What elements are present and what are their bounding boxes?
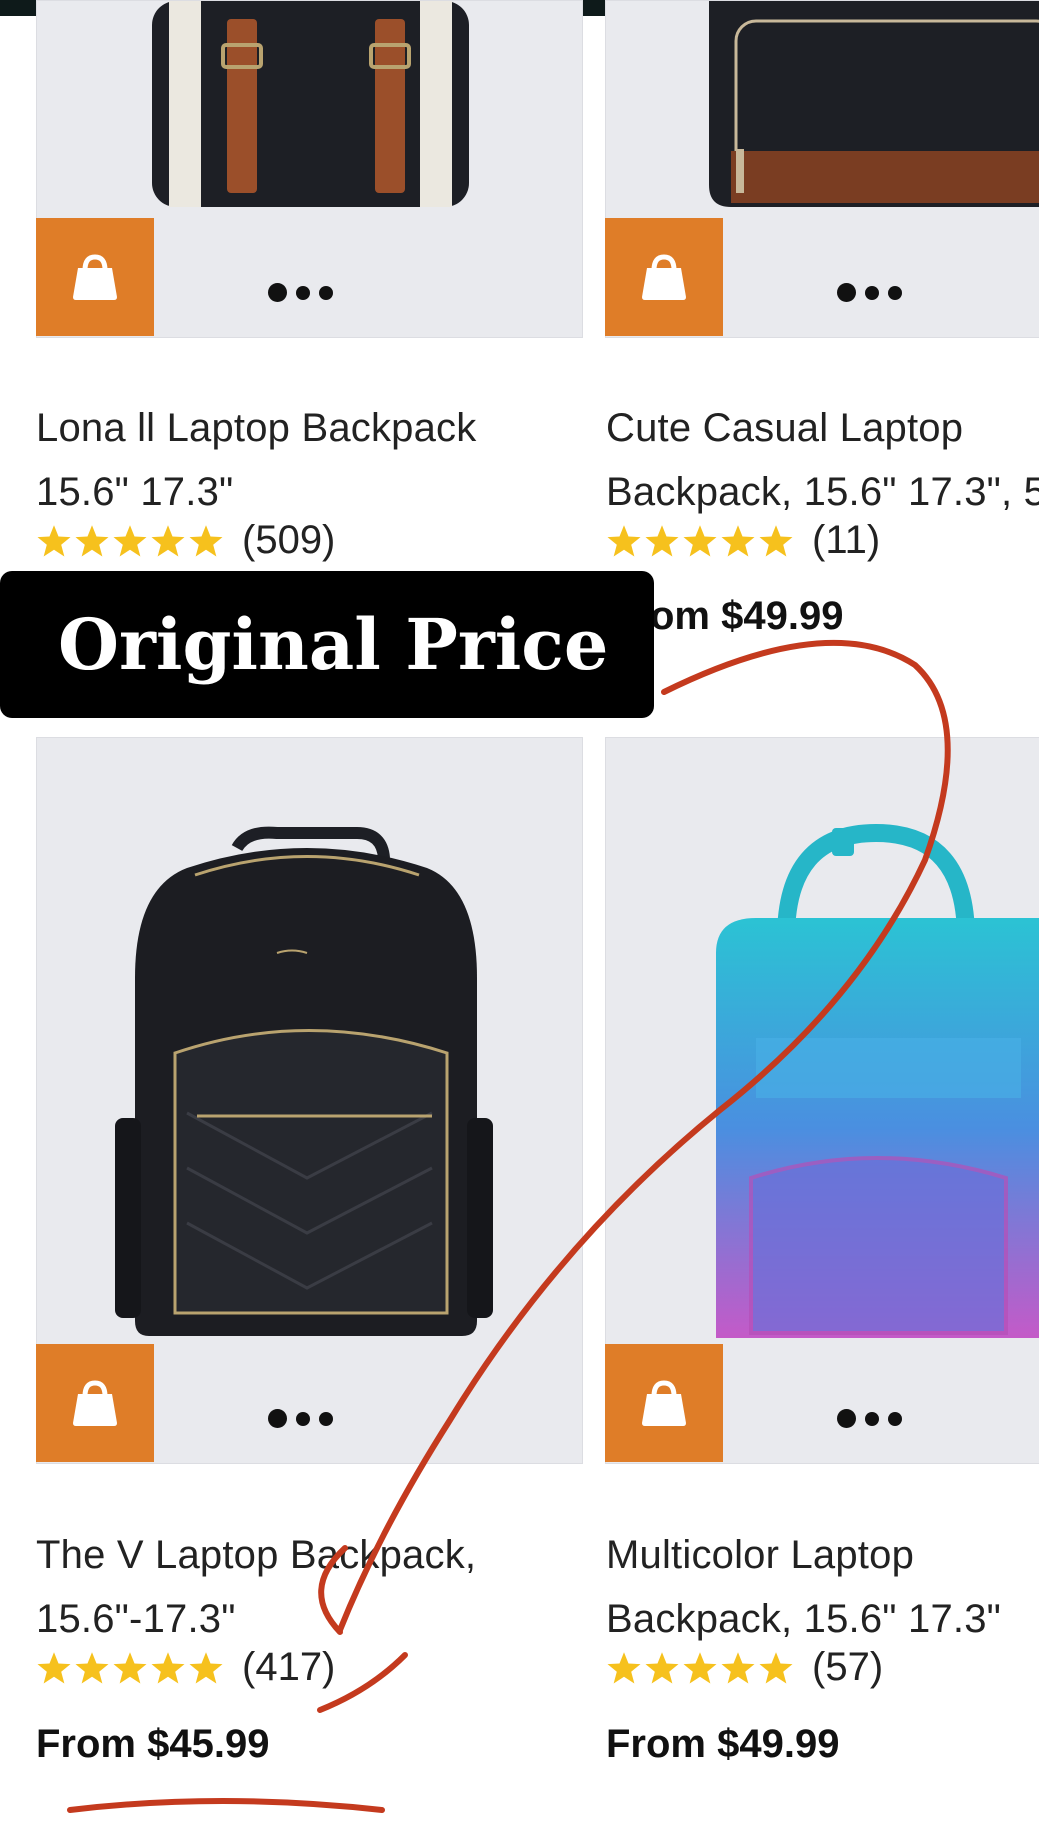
star-icon [721,524,755,556]
star-icon [607,524,641,556]
shopping-bag-icon [642,254,686,300]
star-icon [113,1651,147,1683]
more-dots-icon[interactable] [268,1409,333,1428]
product-title[interactable]: Cute Casual Laptop Backpack, 15.6" 17.3"… [606,396,1039,524]
shopping-bag-icon [642,1380,686,1426]
shopping-bag-icon [73,254,117,300]
rating-count: (417) [242,1645,336,1689]
product-rating: (417) [36,1645,335,1690]
product-rating: (11) [606,518,880,563]
star-icon [645,1651,679,1683]
star-rating [36,1650,224,1686]
add-to-cart-button[interactable] [605,218,723,336]
product-title[interactable]: Multicolor Laptop Backpack, 15.6" 17.3" [606,1523,1001,1651]
product-price: From $45.99 [36,1722,270,1766]
more-dots-icon[interactable] [837,1409,902,1428]
star-icon [113,524,147,556]
star-icon [151,524,185,556]
star-icon [189,524,223,556]
star-icon [721,1651,755,1683]
star-icon [683,524,717,556]
shopping-bag-icon [73,1380,117,1426]
product-rating: (57) [606,1645,883,1690]
add-to-cart-button[interactable] [36,1344,154,1462]
product-title[interactable]: The V Laptop Backpack, 15.6"-17.3" [36,1523,476,1651]
rating-count: (11) [812,518,881,562]
star-rating [36,523,224,559]
annotation-label: Original Price [0,571,654,718]
star-icon [189,1651,223,1683]
star-icon [37,524,71,556]
star-icon [759,524,793,556]
product-title[interactable]: Lona ll Laptop Backpack 15.6" 17.3" [36,396,476,524]
star-rating [606,1650,794,1686]
star-icon [645,524,679,556]
star-icon [683,1651,717,1683]
product-price: From $49.99 [606,1722,840,1766]
star-icon [37,1651,71,1683]
rating-count: (509) [242,518,336,562]
star-icon [151,1651,185,1683]
star-rating [606,523,794,559]
star-icon [75,1651,109,1683]
add-to-cart-button[interactable] [36,218,154,336]
star-icon [759,1651,793,1683]
product-rating: (509) [36,518,335,563]
star-icon [607,1651,641,1683]
more-dots-icon[interactable] [268,283,333,302]
rating-count: (57) [812,1645,884,1689]
more-dots-icon[interactable] [837,283,902,302]
add-to-cart-button[interactable] [605,1344,723,1462]
star-icon [75,524,109,556]
product-price: om $49.99 [650,594,844,638]
